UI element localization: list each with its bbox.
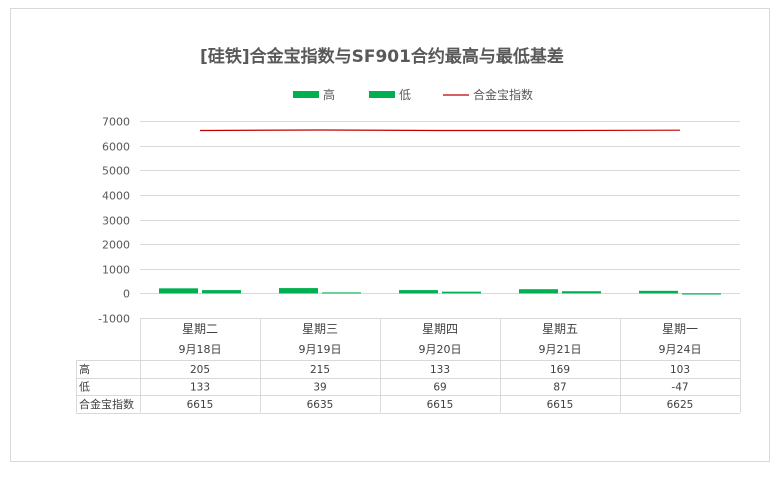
legend-swatch — [293, 91, 319, 98]
table-cell: 133 — [430, 364, 450, 376]
bar-high — [279, 288, 318, 294]
table-cell: 6615 — [187, 399, 214, 411]
legend-swatch — [369, 91, 395, 98]
chart-title: [硅铁]合金宝指数与SF901合约最高与最低基差 — [200, 46, 564, 67]
bar-high — [159, 288, 198, 294]
bar-low — [202, 290, 241, 294]
legend-label: 合金宝指数 — [473, 87, 533, 102]
table-cell: 6625 — [667, 399, 694, 411]
legend-label: 低 — [399, 88, 411, 102]
category-weekday-label: 星期五 — [542, 322, 578, 336]
bar-high — [639, 290, 678, 294]
bar-low — [442, 291, 481, 294]
chart-root: [硅铁]合金宝指数与SF901合约最高与最低基差 高低合金宝指数 7000 600… — [0, 0, 784, 476]
category-weekday-label: 星期四 — [422, 322, 458, 336]
legend-label: 高 — [323, 87, 335, 102]
table-cell: 205 — [190, 364, 210, 376]
table-cell: 103 — [670, 364, 690, 376]
category-weekday-label: 星期三 — [302, 322, 338, 336]
y-tick-label: -1000 — [98, 313, 130, 326]
bar-high — [519, 289, 558, 294]
bar-low — [682, 293, 721, 295]
category-date-label: 9月19日 — [299, 343, 342, 356]
category-weekday-label: 星期二 — [182, 322, 218, 336]
table-row-header: 高 — [79, 362, 90, 376]
category-date-label: 9月21日 — [539, 343, 582, 356]
index-line-path — [199, 129, 681, 132]
table-row-header: 合金宝指数 — [79, 397, 134, 411]
y-tick-label: 2000 — [102, 239, 130, 252]
y-tick-label: 4000 — [102, 190, 130, 203]
category-date-label: 9月24日 — [659, 343, 702, 356]
table-row-header: 低 — [79, 381, 90, 394]
table-cell: 133 — [190, 382, 210, 394]
table-cell: 169 — [550, 364, 570, 376]
y-tick-label: 3000 — [102, 215, 130, 228]
table-cell: -47 — [671, 382, 688, 394]
category-weekday-label: 星期一 — [662, 322, 698, 336]
category-date-label: 9月18日 — [179, 343, 222, 356]
bar-low — [562, 291, 601, 294]
bar-high — [399, 290, 438, 294]
table-cell: 39 — [313, 382, 326, 394]
y-tick-label: 6000 — [102, 141, 130, 154]
bar-low — [322, 292, 361, 294]
table-cell: 6635 — [307, 399, 334, 411]
y-tick-label: 0 — [123, 288, 130, 301]
y-tick-label: 7000 — [102, 116, 130, 129]
y-tick-label: 5000 — [102, 165, 130, 178]
table-cell: 69 — [433, 382, 446, 394]
table-cell: 87 — [553, 382, 566, 394]
table-cell: 6615 — [427, 399, 454, 411]
category-date-label: 9月20日 — [419, 343, 462, 356]
table-cell: 6615 — [547, 399, 574, 411]
index-line — [199, 129, 681, 132]
table-cell: 215 — [310, 364, 330, 376]
chart-svg: [硅铁]合金宝指数与SF901合约最高与最低基差 高低合金宝指数 7000600… — [10, 8, 770, 462]
y-tick-label: 1000 — [102, 264, 130, 277]
chart-area-border — [10, 8, 770, 462]
